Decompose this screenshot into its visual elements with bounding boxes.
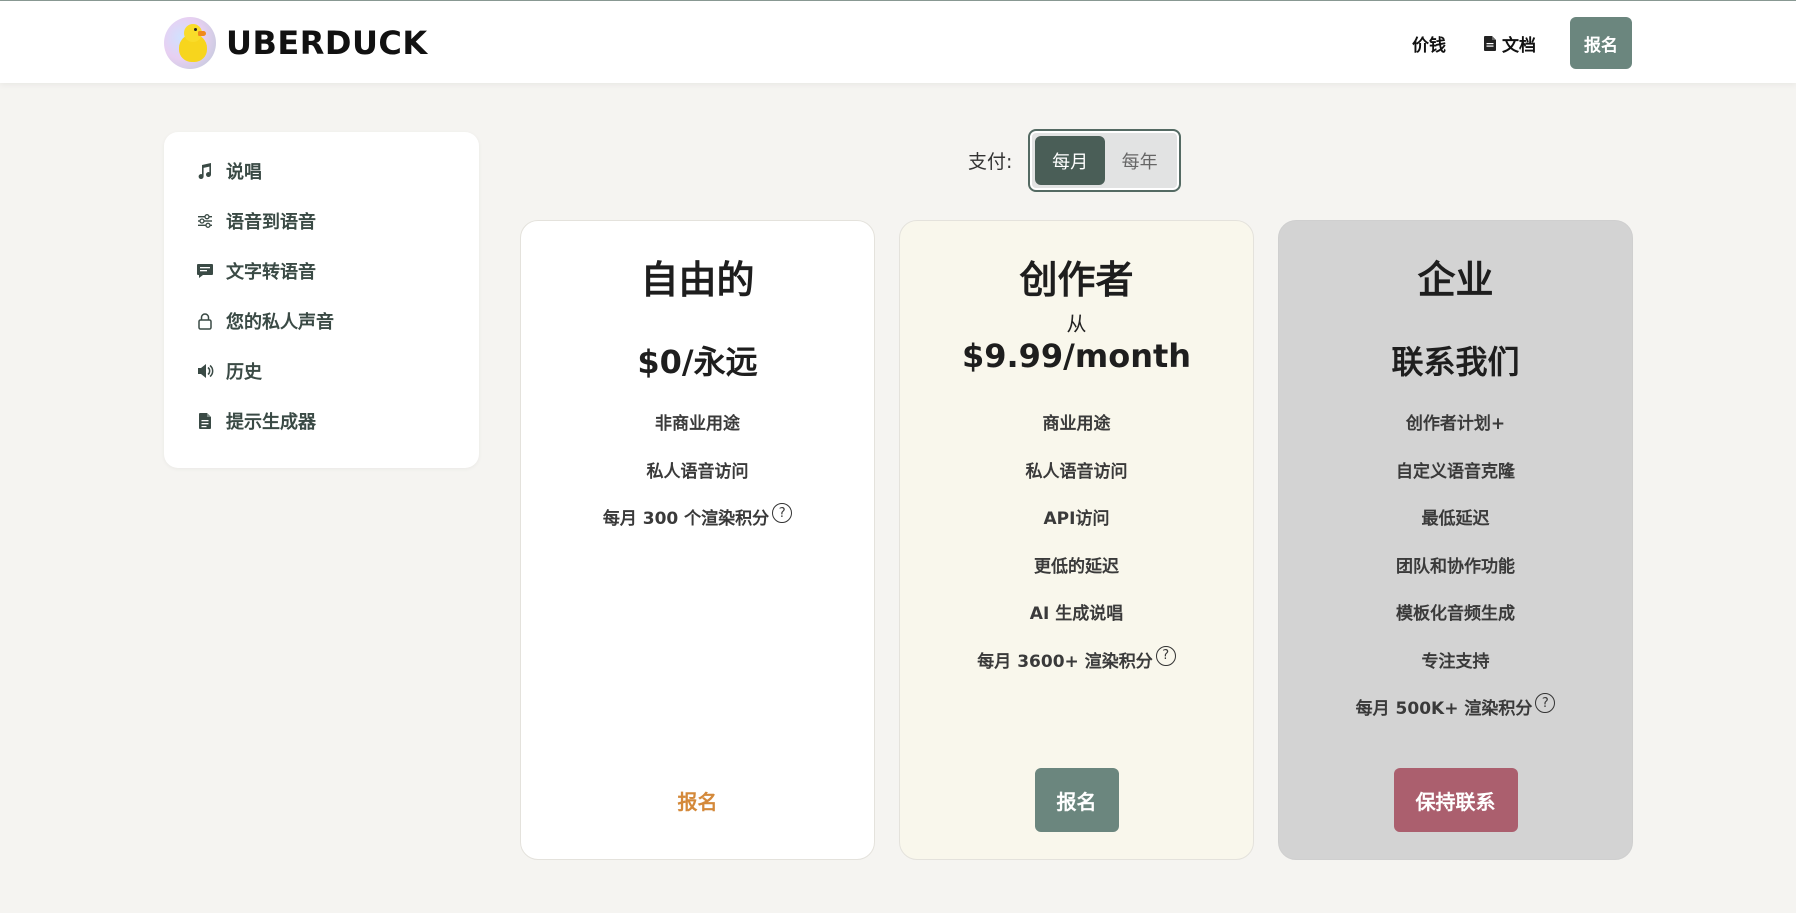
plan-feature: 创作者计划+ xyxy=(1405,414,1506,434)
sidebar-item-text-to-speech[interactable]: 文字转语音 xyxy=(164,246,479,296)
sidebar-item-rap[interactable]: 说唱 xyxy=(164,146,479,196)
sidebar-item-prompt-generator[interactable]: 提示生成器 xyxy=(164,396,479,446)
contact-sales-button[interactable]: 保持联系 xyxy=(1393,768,1518,832)
signup-button[interactable]: 报名 xyxy=(1570,17,1632,69)
plan-card-free: 自由的 $0/永远 非商业用途 私人语音访问 每月 300 个渲染积分? 报名 xyxy=(520,220,875,860)
chat-bubble-icon xyxy=(196,262,214,280)
sidebar-item-history[interactable]: 历史 xyxy=(164,346,479,396)
help-icon[interactable]: ? xyxy=(1155,645,1176,666)
plan-feature: 私人语音访问 xyxy=(646,461,749,482)
music-note-icon xyxy=(196,162,214,180)
brand-logo[interactable]: UBERDUCK xyxy=(164,17,428,69)
plan-title: 创作者 xyxy=(1019,258,1134,302)
sidebar-item-label: 说唱 xyxy=(226,162,262,183)
signup-creator-button[interactable]: 报名 xyxy=(1034,768,1119,832)
sidebar-item-label: 文字转语音 xyxy=(226,262,316,283)
plan-feature: 最低延迟 xyxy=(1421,509,1490,529)
sidebar-item-label: 您的私人声音 xyxy=(226,312,334,333)
sidebar-item-label: 语音到语音 xyxy=(226,212,316,233)
sidebar-item-label: 提示生成器 xyxy=(226,412,316,433)
billing-toggle[interactable]: 每月 每年 xyxy=(1028,129,1182,192)
help-icon[interactable]: ? xyxy=(772,503,793,523)
plan-feature: 非商业用途 xyxy=(655,414,740,434)
plan-feature: 每月 3600+ 渲染积分? xyxy=(900,645,1253,695)
lock-icon xyxy=(196,312,214,330)
plan-feature: 每月 500K+ 渲染积分? xyxy=(1279,693,1632,742)
plan-feature: 团队和协作功能 xyxy=(1396,556,1515,577)
sidebar-item-label: 历史 xyxy=(226,362,262,383)
brand-name: UBERDUCK xyxy=(226,24,428,62)
plan-title: 自由的 xyxy=(640,258,755,302)
plan-card-enterprise: 企业 联系我们 创作者计划+ 自定义语音克隆 最低延迟 团队和协作功能 模板化音… xyxy=(1278,220,1633,860)
plan-feature: 自定义语音克隆 xyxy=(1396,461,1515,482)
billing-option-monthly[interactable]: 每月 xyxy=(1035,136,1105,185)
document-icon xyxy=(1484,35,1496,51)
billing-label: 支付: xyxy=(968,151,1013,173)
top-navbar: UBERDUCK 价钱 文档 报名 xyxy=(0,1,1796,83)
pricing-link[interactable]: 价钱 xyxy=(1412,31,1446,56)
plan-price: $9.99/month xyxy=(961,337,1192,375)
plan-features: 创作者计划+ 自定义语音克隆 最低延迟 团队和协作功能 模板化音频生成 专注支持… xyxy=(1279,409,1632,742)
duck-logo-icon xyxy=(164,17,216,69)
plan-feature: 模板化音频生成 xyxy=(1396,604,1515,624)
billing-selector: 支付: 每月 每年 xyxy=(968,129,1182,192)
plan-feature: 更低的延迟 xyxy=(1034,556,1119,577)
plan-title: 企业 xyxy=(1417,258,1494,302)
sidebar-item-voice-to-voice[interactable]: 语音到语音 xyxy=(164,196,479,246)
plan-feature: 商业用途 xyxy=(1042,414,1111,434)
plan-feature: AI 生成说唱 xyxy=(1029,604,1124,624)
plan-feature: 专注支持 xyxy=(1421,651,1490,672)
docs-label: 文档 xyxy=(1502,35,1536,56)
plan-feature: API访问 xyxy=(1043,509,1110,529)
speaker-icon xyxy=(196,362,214,380)
sidebar: 说唱 语音到语音 文字转语音 您的私人声音 历史 提示生成器 xyxy=(164,132,479,468)
header-nav: 价钱 文档 报名 xyxy=(1412,17,1632,69)
plan-feature: 私人语音访问 xyxy=(1025,461,1128,482)
plan-price-prefix: 从 xyxy=(1066,312,1087,336)
plan-features: 非商业用途 私人语音访问 每月 300 个渲染积分? xyxy=(521,409,874,552)
billing-option-yearly[interactable]: 每年 xyxy=(1105,136,1175,185)
document-icon xyxy=(196,412,214,430)
plan-features: 商业用途 私人语音访问 API访问 更低的延迟 AI 生成说唱 每月 3600+… xyxy=(900,409,1253,694)
plan-price: $0/永远 xyxy=(637,343,758,381)
sidebar-item-private-voices[interactable]: 您的私人声音 xyxy=(164,296,479,346)
sliders-icon xyxy=(196,212,214,230)
docs-link[interactable]: 文档 xyxy=(1484,31,1536,56)
plan-price: 联系我们 xyxy=(1391,343,1520,381)
signup-free-link[interactable]: 报名 xyxy=(678,768,718,832)
help-icon[interactable]: ? xyxy=(1535,693,1556,713)
plan-card-creator: 创作者 从 $9.99/month 商业用途 私人语音访问 API访问 更低的延… xyxy=(899,220,1254,860)
plan-feature: 每月 300 个渲染积分? xyxy=(521,503,874,552)
